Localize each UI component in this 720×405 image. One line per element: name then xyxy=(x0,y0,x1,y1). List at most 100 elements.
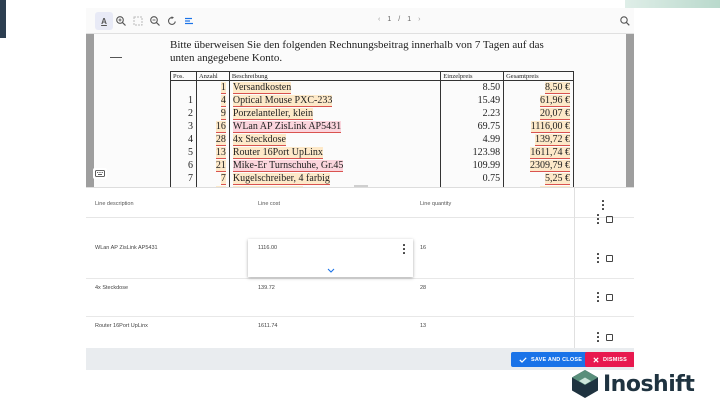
search-icon xyxy=(620,16,630,26)
invoice-description: 4x Steckdose xyxy=(228,132,442,146)
invoice-unit-price: 123.98 xyxy=(440,145,505,159)
column-line-cost: Line cost xyxy=(258,201,281,207)
invoice-unit-price: 2.23 xyxy=(440,106,505,120)
row-select-checkbox[interactable] xyxy=(606,216,613,223)
text-lines-icon xyxy=(185,17,193,25)
inoshift-logo: Inoshift xyxy=(570,369,695,399)
invoice-description-value: Mike-Er Turnschuhe, Gr.45 xyxy=(232,159,344,172)
invoice-page: Bitte überweisen Sie den folgenden Rechn… xyxy=(94,34,626,187)
cell-more-icon[interactable] xyxy=(402,244,406,254)
invoice-quantity-value: 7 xyxy=(220,172,226,185)
invoice-quantity: 1 xyxy=(195,80,230,94)
zoom-in-icon xyxy=(116,16,126,26)
invoice-description: Optical Mouse PXC-233 xyxy=(228,93,442,107)
fold-mark xyxy=(110,57,122,58)
corner-accent xyxy=(625,0,720,8)
text-tool-icon: A xyxy=(101,16,107,26)
line-item-row[interactable]: Router 16Port UpLinx 1611.74 13 xyxy=(86,317,634,348)
check-icon xyxy=(519,356,527,363)
invoice-total-value: 1116,00 € xyxy=(530,120,570,133)
search-button[interactable] xyxy=(616,12,634,30)
brand-name: Inoshift xyxy=(603,371,695,397)
row-select-checkbox[interactable] xyxy=(606,255,613,262)
invoice-verification-app: A ‹ 1 / 1 › Bitte überweisen Sie den fol… xyxy=(86,8,634,370)
invoice-quantity-value: 28 xyxy=(215,133,226,146)
invoice-line-row: 5 13 Router 16Port UpLinx 123.98 1611,74 € xyxy=(170,145,574,159)
fit-page-icon xyxy=(133,16,143,26)
invoice-pos: 5 xyxy=(170,145,197,159)
intro-line-2: unten angegebene Konto. xyxy=(170,52,283,64)
line-cost-editor[interactable]: 1116.00 xyxy=(248,239,413,277)
text-select-tool-button[interactable]: A xyxy=(95,12,113,30)
line-item-row[interactable]: WLan AP ZisLink AP5431 1116.00 16 xyxy=(86,239,634,279)
invoice-quantity: 9 xyxy=(195,106,230,120)
row-select-checkbox[interactable] xyxy=(606,294,613,301)
rotate-icon xyxy=(168,16,176,25)
invoice-quantity-value: 1 xyxy=(220,81,226,94)
invoice-unit-price: 0.75 xyxy=(440,171,505,185)
invoice-total-value: 139,72 € xyxy=(535,133,570,146)
keyboard-icon xyxy=(95,170,105,177)
invoice-total-price: 61,96 € xyxy=(503,93,574,107)
invoice-body: 1 Versandkosten 8.50 8,50 €1 4 Optical Mouse … xyxy=(170,80,574,187)
previous-page-icon[interactable]: ‹ xyxy=(378,16,380,23)
viewer-toolbar: A ‹ 1 / 1 › xyxy=(86,8,634,34)
line-quantity[interactable]: 16 xyxy=(420,245,426,251)
action-footer: SAVE AND CLOSE DISMISS xyxy=(86,348,634,370)
rotate-button[interactable] xyxy=(163,12,181,30)
header-unit-price: Einzelpreis xyxy=(440,71,505,81)
fit-page-button[interactable] xyxy=(129,12,147,30)
invoice-line-row: 2 9 Porzelanteller, klein 2.23 20,07 € xyxy=(170,106,574,120)
invoice-total-price: 2309,79 € xyxy=(503,158,574,172)
invoice-total-price: 1611,74 € xyxy=(503,145,574,159)
invoice-line-row: 3 16 WLan AP ZisLink AP5431 69.75 1116,00 € xyxy=(170,119,574,133)
invoice-header-row: Pos. Anzahl Beschreibung Einzelpreis Ges… xyxy=(170,71,574,81)
invoice-unit-price: 109.99 xyxy=(440,158,505,172)
line-description: WLan AP ZisLink AP5431 xyxy=(95,245,158,251)
invoice-pos: 4 xyxy=(170,132,197,146)
line-quantity[interactable]: 13 xyxy=(420,323,426,329)
zoom-out-button[interactable] xyxy=(146,12,164,30)
next-page-icon[interactable]: › xyxy=(418,16,420,23)
header-more-icon[interactable] xyxy=(601,200,605,210)
save-and-close-button[interactable]: SAVE AND CLOSE xyxy=(511,352,591,367)
document-viewer[interactable]: Bitte überweisen Sie den folgenden Rechn… xyxy=(86,34,634,187)
invoice-quantity-value: 13 xyxy=(215,146,226,159)
line-cost[interactable]: 139.72 xyxy=(258,285,275,291)
invoice-quantity-value: 9 xyxy=(220,107,226,120)
row-more-icon[interactable] xyxy=(596,332,600,342)
row-more-icon[interactable] xyxy=(596,214,600,224)
row-more-icon[interactable] xyxy=(596,292,600,302)
invoice-line-row: 7 7 Kugelschreiber, 4 farbig 0.75 5,25 € xyxy=(170,171,574,185)
invoice-description: Versandkosten xyxy=(228,80,442,94)
invoice-total-value: 1611,74 € xyxy=(530,146,570,159)
line-item-row[interactable]: 4x Steckdose 139.72 28 xyxy=(86,279,634,317)
dismiss-label: DISMISS xyxy=(603,356,628,363)
row-more-icon[interactable] xyxy=(596,253,600,263)
row-select-checkbox[interactable] xyxy=(606,334,613,341)
invoice-pos: 2 xyxy=(170,106,197,120)
line-quantity[interactable]: 28 xyxy=(420,285,426,291)
invoice-quantity: 13 xyxy=(195,145,230,159)
invoice-description: WLan AP ZisLink AP5431 xyxy=(228,119,442,133)
invoice-pos xyxy=(170,80,197,94)
line-description: Router 16Port UpLinx xyxy=(95,323,148,329)
dismiss-button[interactable]: DISMISS xyxy=(585,352,634,367)
text-lines-button[interactable] xyxy=(180,12,198,30)
line-cost[interactable]: 1611.74 xyxy=(258,323,277,329)
corner-decoration xyxy=(0,0,6,38)
zoom-in-button[interactable] xyxy=(112,12,130,30)
chevron-down-icon[interactable] xyxy=(327,268,335,273)
total-pages: 1 xyxy=(407,16,412,23)
current-page[interactable]: 1 xyxy=(387,16,391,23)
invoice-pos: 1 xyxy=(170,93,197,107)
header-pos: Pos. xyxy=(170,71,197,81)
invoice-total-value: 8,50 € xyxy=(545,81,570,94)
invoice-total-value: 2309,79 € xyxy=(530,159,570,172)
intro-line-1: Bitte überweisen Sie den folgenden Rechn… xyxy=(170,39,544,51)
invoice-quantity: 21 xyxy=(195,158,230,172)
invoice-quantity-value: 4 xyxy=(220,94,226,107)
line-cost[interactable]: 1116.00 xyxy=(258,245,277,251)
keyboard-shortcuts-button[interactable] xyxy=(93,168,107,179)
invoice-total-price: 139,72 € xyxy=(503,132,574,146)
